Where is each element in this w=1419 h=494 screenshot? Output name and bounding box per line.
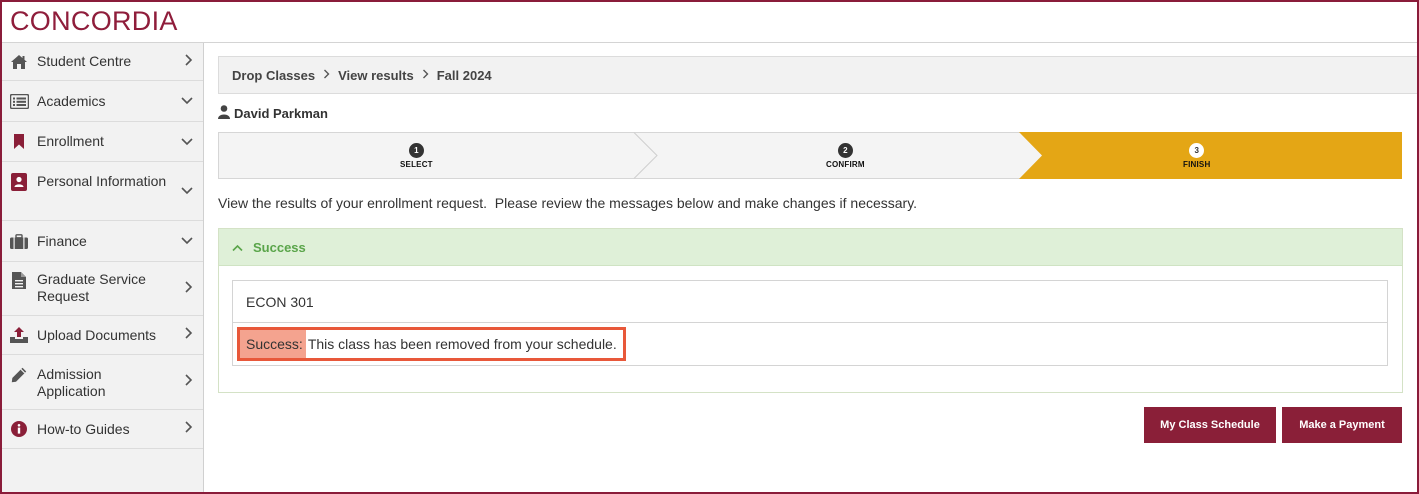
sidebar-item-student-centre[interactable]: Student Centre (2, 43, 203, 81)
sidebar-item-label: Upload Documents (37, 326, 157, 343)
chevron-right-icon (184, 373, 193, 391)
contact-card-icon (9, 173, 29, 191)
step-number: 1 (408, 143, 424, 158)
sidebar-item-label: Admission Application (37, 366, 106, 399)
step-select: 1 SELECT (400, 143, 433, 169)
success-panel: Success ECON 301 Success: This class has… (218, 228, 1403, 393)
sidebar: Student Centre Academics Enrollment Pers… (2, 43, 204, 492)
breadcrumb-drop-classes[interactable]: Drop Classes (232, 68, 315, 83)
sidebar-item-finance[interactable]: Finance (2, 221, 203, 262)
success-heading: Success (253, 239, 306, 255)
sidebar-item-admission-application[interactable]: Admission Application (2, 355, 203, 410)
sidebar-item-graduate-service-request[interactable]: Graduate Service Request (2, 262, 203, 316)
chevron-down-icon (181, 92, 193, 110)
status-prefix: Success: (240, 330, 306, 358)
sidebar-item-label: Student Centre (37, 53, 132, 69)
sidebar-item-upload-documents[interactable]: Upload Documents (2, 316, 203, 355)
chevron-right-icon (184, 53, 193, 71)
user-icon (218, 105, 234, 122)
document-icon (9, 271, 29, 289)
course-row: ECON 301 (233, 281, 1387, 323)
my-class-schedule-button[interactable]: My Class Schedule (1144, 407, 1276, 443)
success-panel-header[interactable]: Success (219, 229, 1402, 266)
intro-text: View the results of your enrollment requ… (218, 195, 918, 211)
sidebar-item-enrollment[interactable]: Enrollment (2, 122, 203, 162)
chevron-right-icon (184, 420, 193, 438)
home-icon (9, 53, 29, 71)
top-bar: CONCORDIA (2, 2, 1417, 43)
sidebar-item-label: Graduate Service Request (37, 271, 146, 304)
chevron-down-icon (181, 182, 193, 200)
sidebar-item-label: How-to Guides (37, 420, 130, 437)
step-label: CONFIRM (826, 160, 865, 169)
chevron-up-icon (232, 240, 253, 255)
breadcrumb: Drop Classes View results Fall 2024 (218, 56, 1417, 94)
chevron-down-icon (181, 133, 193, 151)
chevron-down-icon (181, 232, 193, 250)
chevron-right-icon (184, 280, 193, 298)
list-icon (9, 92, 29, 110)
sidebar-item-label: Finance (37, 232, 87, 249)
steps-background (218, 132, 1402, 179)
make-a-payment-button[interactable]: Make a Payment (1282, 407, 1402, 443)
sidebar-item-academics[interactable]: Academics (2, 81, 203, 122)
progress-steps: 1 SELECT 2 CONFIRM 3 FINISH (218, 132, 1402, 179)
course-code: ECON 301 (246, 293, 314, 310)
pencil-icon (9, 366, 29, 384)
upload-icon (9, 326, 29, 344)
step-number: 2 (837, 143, 853, 158)
briefcase-icon (9, 232, 29, 250)
step-number: 3 (1189, 143, 1205, 158)
info-icon (9, 420, 29, 438)
breadcrumb-view-results[interactable]: View results (338, 68, 414, 83)
status-text: This class has been removed from your sc… (307, 336, 617, 352)
concordia-logo[interactable]: CONCORDIA (10, 6, 178, 37)
status-row: Success: This class has been removed fro… (233, 323, 1387, 365)
step-confirm: 2 CONFIRM (826, 143, 865, 169)
sidebar-item-label: Enrollment (37, 133, 104, 149)
chevron-right-icon (323, 68, 330, 82)
status-message: Success: This class has been removed fro… (237, 327, 626, 361)
chevron-right-icon (184, 326, 193, 344)
user-name: David Parkman (218, 105, 328, 122)
sidebar-item-label: Academics (37, 92, 106, 109)
step-finish: 3 FINISH (1183, 143, 1210, 169)
sidebar-item-personal-information[interactable]: Personal Information (2, 162, 203, 221)
bookmark-icon (9, 133, 29, 151)
sidebar-item-label: Personal Information (37, 173, 167, 189)
user-name-text: David Parkman (234, 106, 328, 121)
result-box: ECON 301 Success: This class has been re… (232, 280, 1388, 366)
chevron-right-icon (422, 68, 429, 82)
sidebar-item-how-to-guides[interactable]: How-to Guides (2, 410, 203, 449)
breadcrumb-term: Fall 2024 (436, 67, 492, 83)
step-label: FINISH (1183, 160, 1211, 169)
step-label: SELECT (400, 160, 433, 169)
